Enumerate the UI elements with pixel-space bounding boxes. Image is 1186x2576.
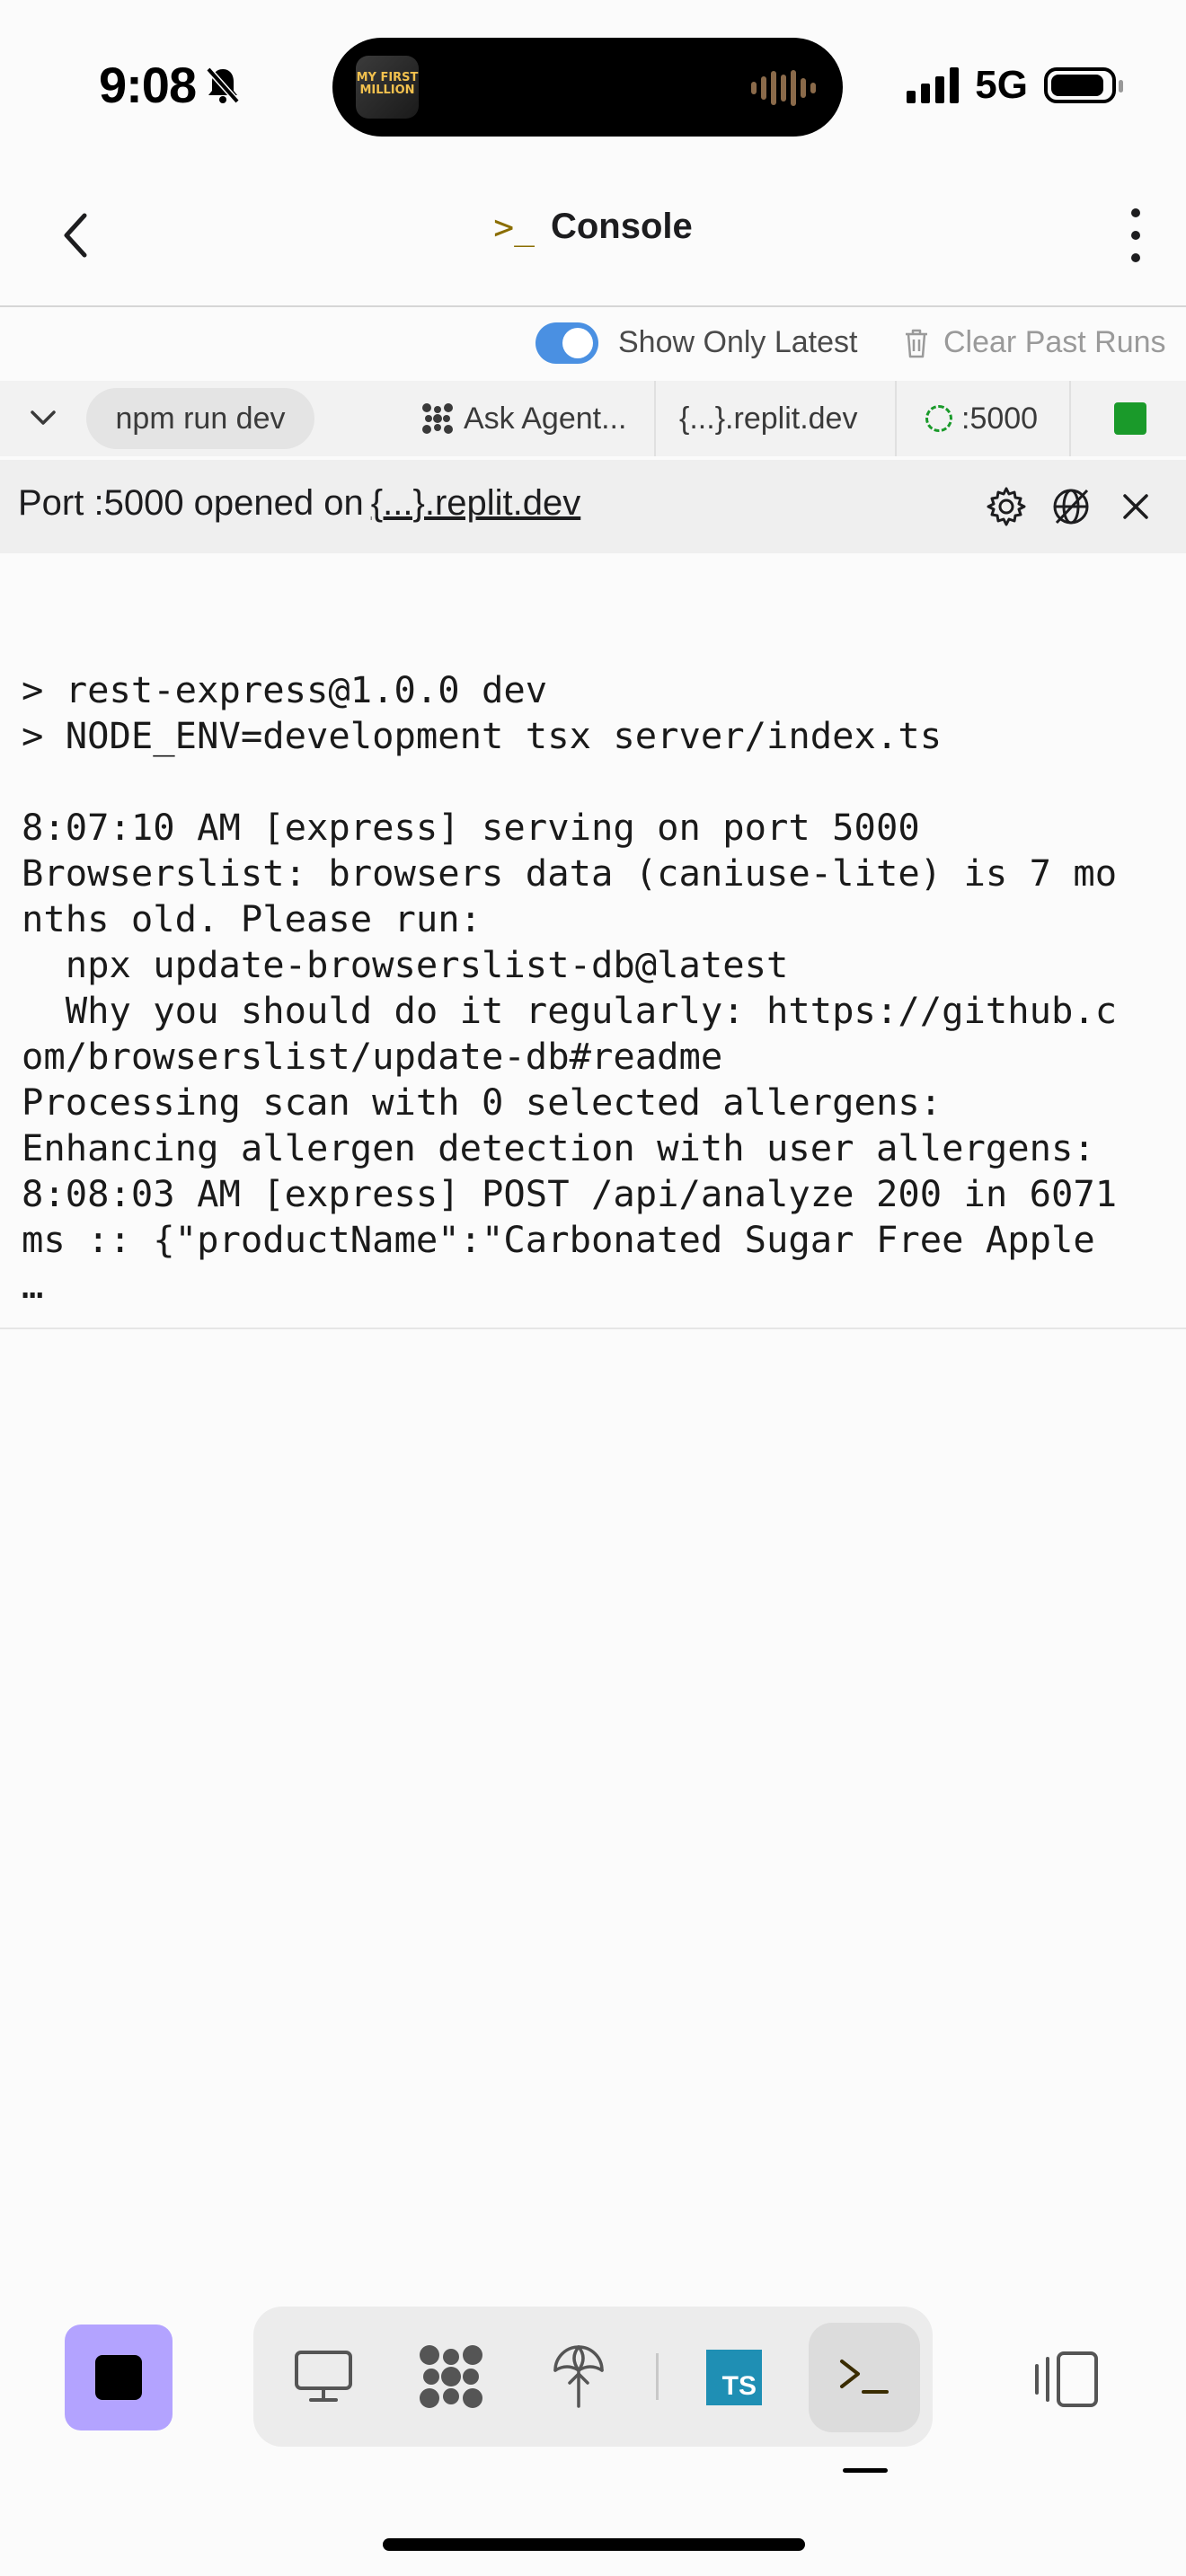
panel-switch-icon[interactable] [1033,2348,1102,2411]
console-line: Why you should do it regularly: https://… [22,989,1118,1032]
artwork-text: MY FIRST MILLION [356,71,419,97]
port-icon [925,405,952,432]
console-line: 8:07:10 AM [express] serving on port 500… [22,806,920,849]
console-line: nths old. Please run: [22,897,482,940]
status-time: 9:08 [99,56,241,114]
tab-ask-agent-label: Ask Agent... [464,401,627,436]
port-banner-link[interactable]: {...}.replit.dev [371,483,580,524]
now-playing-artwork: MY FIRST MILLION [356,56,419,119]
port-banner-text: Port :5000 opened on {...}.replit.dev [18,483,580,524]
console-divider [0,1328,1186,1329]
console-title-icon: >_ [493,207,535,247]
console-line: > rest-express@1.0.0 dev [22,668,548,711]
console-line: Browserslist: browsers data (caniuse-lit… [22,851,1118,895]
gear-icon[interactable] [985,485,1028,528]
deploy-icon[interactable] [543,2341,615,2413]
console-line: > NODE_ENV=development tsx server/index.… [22,714,943,757]
console-line: … [22,1264,44,1307]
audio-waveform-icon [751,70,816,106]
typescript-icon[interactable]: TS [706,2350,762,2405]
console-line: ms :: {"productName":"Carbonated Sugar F… [22,1218,1095,1261]
close-icon[interactable] [1118,489,1154,525]
signal-icon [907,67,960,103]
console-line: Processing scan with 0 selected allergen… [22,1081,943,1124]
agent-icon [422,403,453,434]
header-divider [0,305,1186,307]
web-off-icon[interactable] [1049,485,1093,528]
clear-past-runs-button[interactable]: Clear Past Runs [943,325,1166,360]
port-banner-prefix: Port :5000 opened on [18,483,364,523]
status-indicators: 5G [907,63,1123,108]
console-output: > rest-express@1.0.0 dev > NODE_ENV=devel… [22,622,1181,1309]
tab-replit-dev-label: {...}.replit.dev [679,401,858,436]
tab-separator [895,381,897,456]
page-title: Console [550,207,693,246]
stop-icon [95,2355,142,2400]
dock-separator [656,2353,659,2400]
tab-ask-agent[interactable]: Ask Agent... [420,381,626,456]
silent-bell-icon [206,66,240,103]
tab-separator [654,381,656,456]
network-label: 5G [975,63,1028,107]
preview-icon[interactable] [288,2341,359,2413]
home-indicator [383,2538,805,2551]
tab-port[interactable]: :5000 [925,381,1038,456]
tab-replit-dev[interactable]: {...}.replit.dev [679,381,857,456]
chevron-down-icon[interactable] [27,404,59,431]
console-icon[interactable] [828,2341,900,2413]
show-only-latest-toggle[interactable] [535,322,598,364]
trash-icon[interactable] [902,327,931,359]
agent-dock-icon[interactable] [415,2341,487,2413]
time-text: 9:08 [99,57,197,113]
tab-separator [1069,381,1071,456]
active-tab-indicator [843,2468,888,2473]
more-options-icon[interactable] [1127,208,1145,262]
tab-port-label: :5000 [961,401,1039,436]
run-command-pill[interactable]: npm run dev [86,388,314,449]
run-status-indicator [1114,402,1146,435]
console-line: npx update-browserslist-db@latest [22,943,789,986]
stop-button[interactable] [65,2325,173,2430]
dynamic-island[interactable]: MY FIRST MILLION [332,38,843,137]
console-line: Enhancing allergen detection with user a… [22,1126,1095,1169]
header-title: >_ Console [0,207,1186,247]
console-line: om/browserslist/update-db#readme [22,1035,723,1078]
show-only-latest-label: Show Only Latest [618,325,858,359]
battery-icon [1044,67,1123,103]
console-line: 8:08:03 AM [express] POST /api/analyze 2… [22,1172,1118,1215]
